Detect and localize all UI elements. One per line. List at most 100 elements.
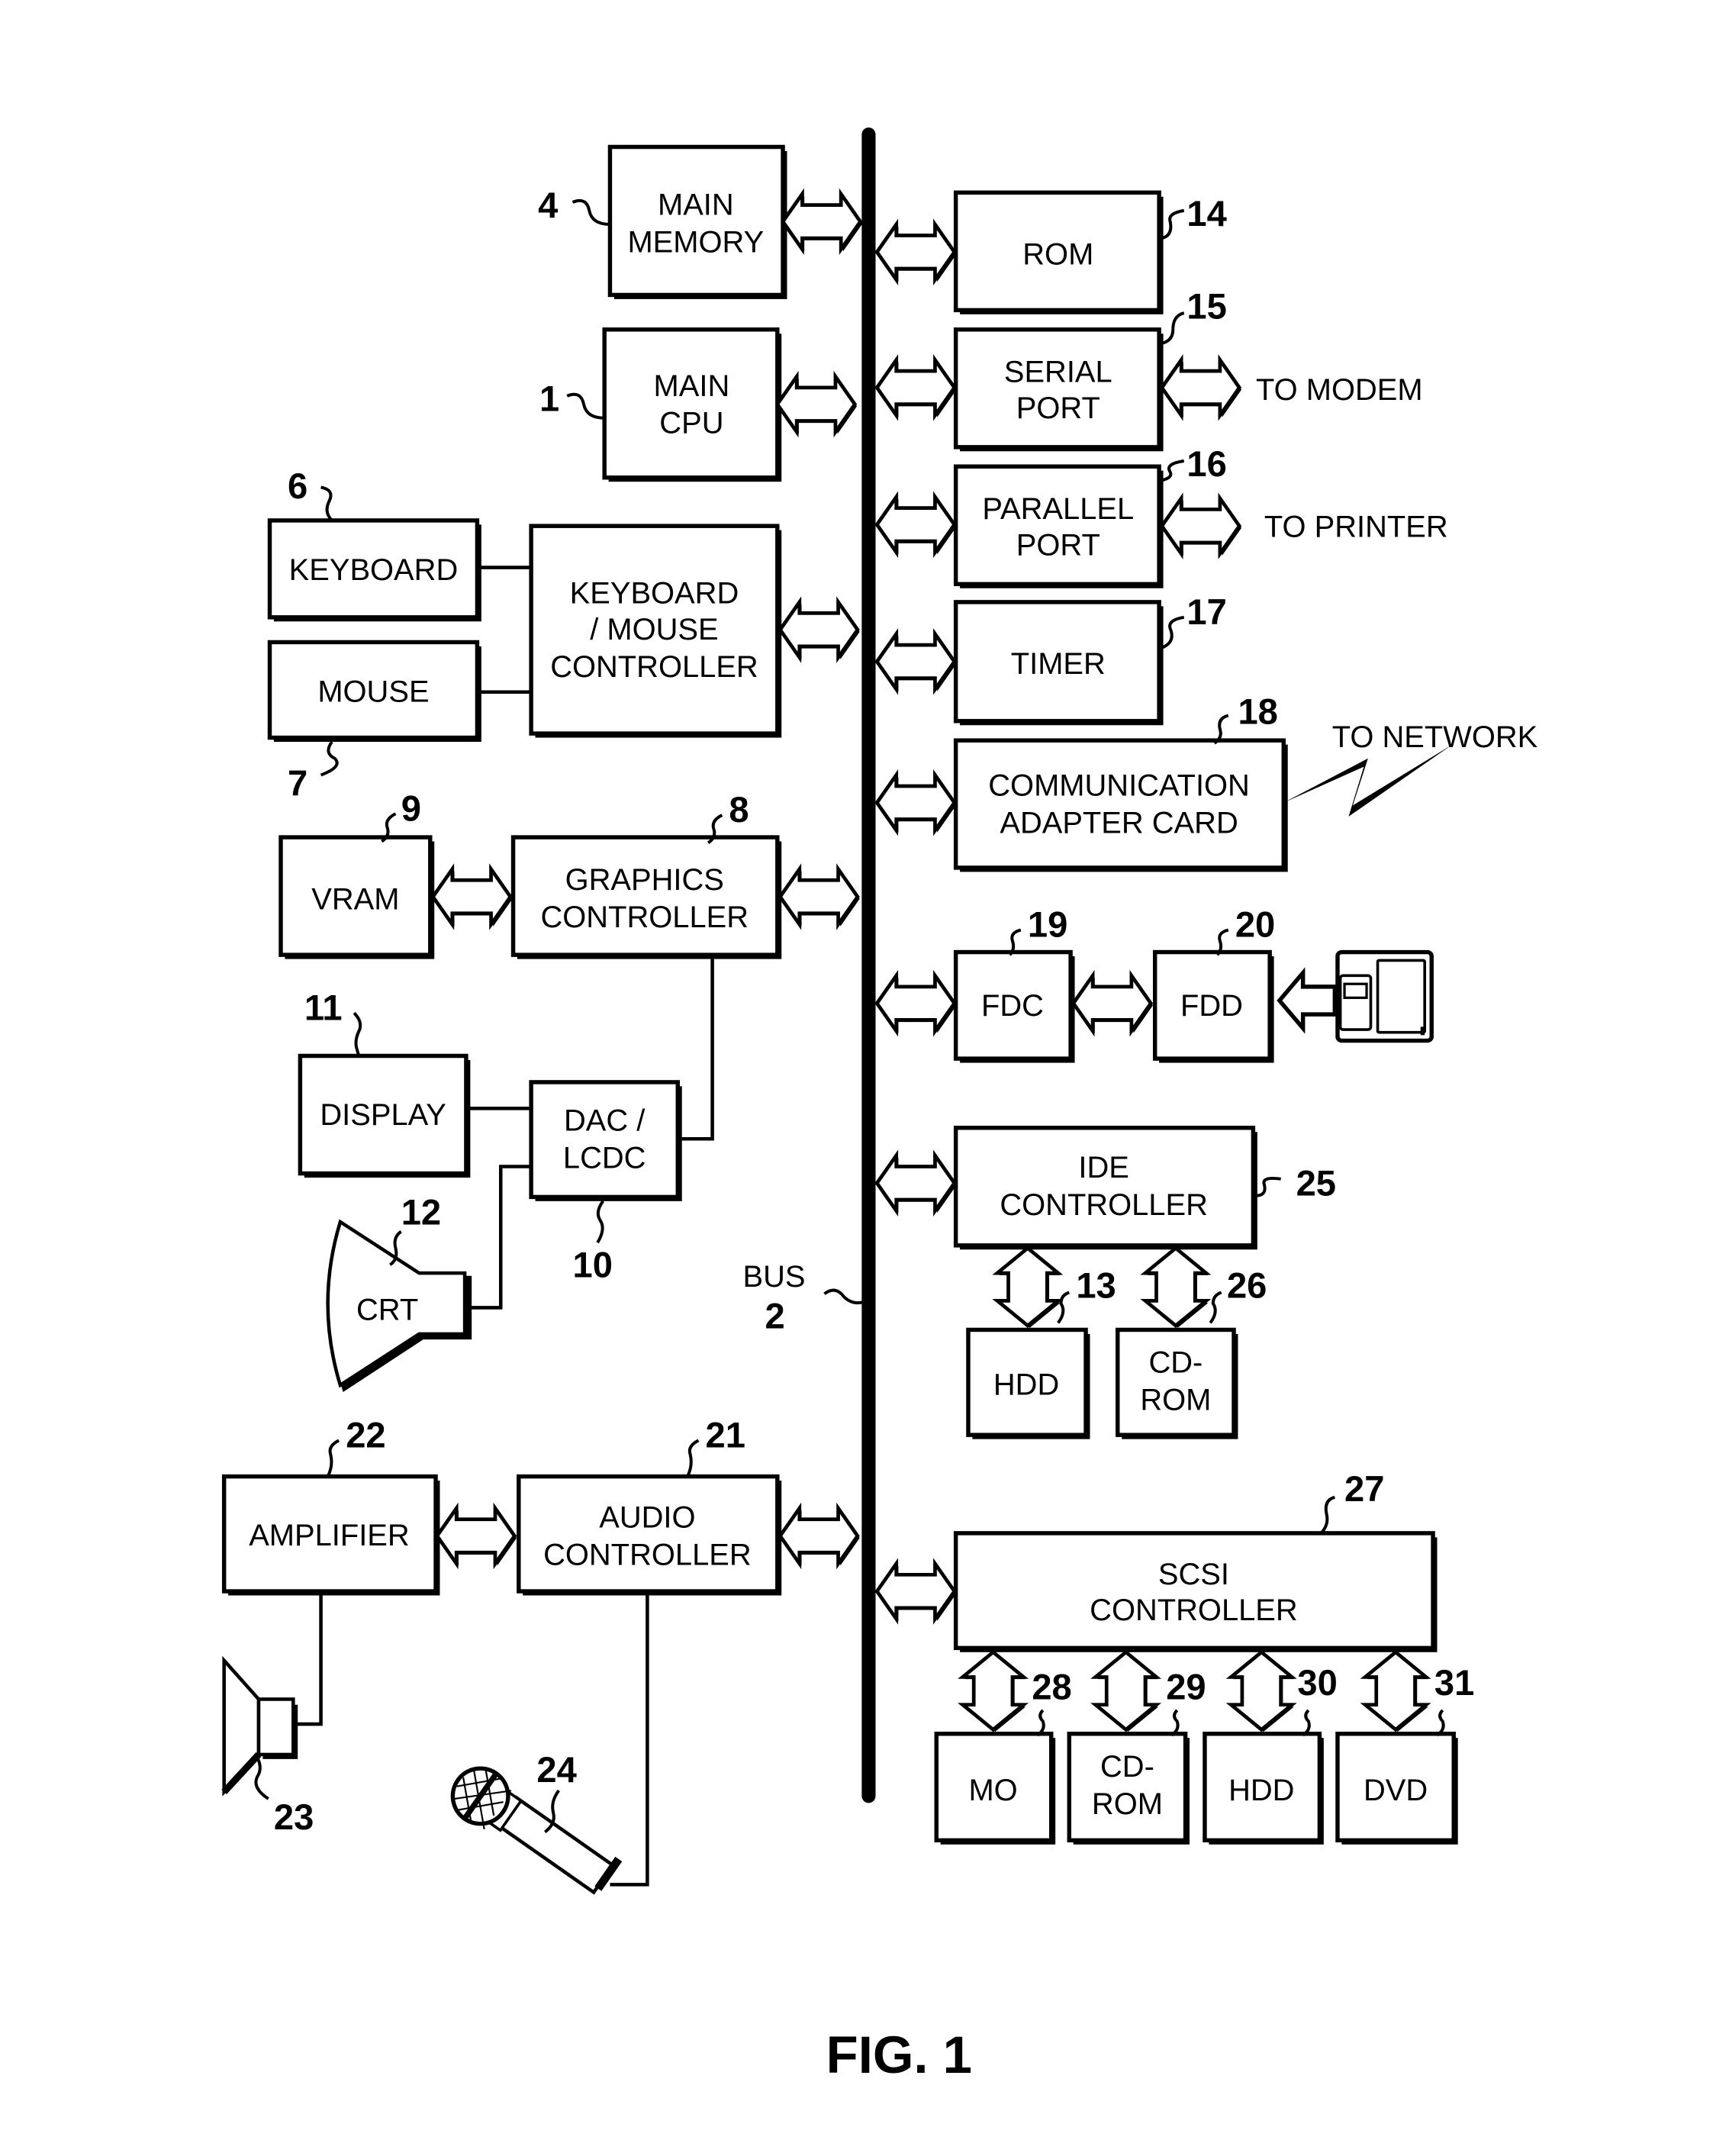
comm-adapter-label-2: ADAPTER CARD: [1000, 807, 1238, 840]
display-ref: 11: [304, 987, 343, 1027]
scsi-dvd-ref: 31: [1434, 1662, 1474, 1703]
main-cpu-bus-arrow: [778, 376, 857, 433]
scsi-controller-block: SCSI CONTROLLER: [953, 1531, 1438, 1652]
main-cpu-leader: [566, 392, 605, 420]
rom-leader: [1161, 208, 1185, 240]
graphics-controller-label-1: GRAPHICS: [565, 863, 724, 897]
scsi-cdrom-ref: 29: [1166, 1666, 1206, 1706]
serial-port-bus-arrow: [877, 360, 956, 417]
scsi-mo-arrow: [963, 1652, 1025, 1732]
graphics-controller-ref: 8: [729, 789, 749, 830]
audio-controller-bus-arrow: [780, 1508, 859, 1565]
timer-bus-arrow: [877, 634, 956, 691]
amplifier-label: AMPLIFIER: [249, 1519, 410, 1552]
amplifier-leader: [326, 1439, 340, 1478]
dac-lcdc-label-2: LCDC: [563, 1141, 646, 1175]
crt-icon: CRT: [326, 1219, 472, 1393]
serial-port-ref: 15: [1186, 285, 1226, 326]
audio-controller-label-2: CONTROLLER: [543, 1539, 752, 1572]
audio-controller-ref: 21: [706, 1415, 745, 1455]
fdc-bus-arrow: [877, 975, 956, 1033]
main-memory-label-2: MEMORY: [627, 225, 764, 259]
scsi-hdd-arrow: [1231, 1652, 1293, 1732]
speaker-leader: [254, 1756, 269, 1800]
scsi-controller-leader: [1319, 1495, 1335, 1535]
audio-controller-label-1: AUDIO: [599, 1501, 695, 1535]
kbm-controller-label-1: KEYBOARD: [570, 577, 739, 611]
network-lightning-icon: [1283, 744, 1453, 817]
parallel-port-bus-arrow: [877, 497, 956, 554]
timer-leader: [1161, 615, 1185, 649]
mouse-leader: [320, 740, 339, 777]
comm-adapter-ref: 18: [1238, 691, 1277, 731]
amplifier-ref: 22: [346, 1415, 385, 1455]
fdc-block: FDC: [953, 949, 1075, 1063]
ide-controller-leader: [1255, 1176, 1281, 1197]
display-block: DISPLAY: [298, 1053, 471, 1178]
kbm-controller-bus-arrow: [780, 602, 859, 659]
scsi-controller-label-1: SCSI: [1158, 1558, 1229, 1591]
scsi-dvd-leader: [1436, 1709, 1445, 1737]
scsi-controller-bus-arrow: [877, 1564, 956, 1621]
scsi-hdd-label: HDD: [1228, 1774, 1294, 1807]
keyboard-mouse-controller-block: KEYBOARD / MOUSE CONTROLLER: [529, 524, 782, 738]
mouse-block: MOUSE: [267, 640, 481, 742]
to-printer-label: TO PRINTER: [1264, 511, 1448, 544]
main-cpu-label-2: CPU: [659, 407, 723, 440]
main-memory-label-1: MAIN: [658, 188, 734, 221]
parallel-port-label-2: PORT: [1016, 528, 1100, 562]
main-memory-bus-arrow: [783, 194, 862, 251]
parallel-port-block: PARALLEL PORT: [953, 464, 1164, 588]
ide-hdd-block: HDD: [966, 1327, 1090, 1439]
to-modem-label: TO MODEM: [1256, 373, 1423, 407]
scsi-hdd-ref: 30: [1297, 1662, 1337, 1703]
fdd-label: FDD: [1180, 989, 1243, 1023]
bus-leader: [823, 1288, 864, 1305]
scsi-mo-leader: [1036, 1709, 1045, 1737]
floppy-disk-icon: [1335, 949, 1434, 1043]
ide-controller-label-1: IDE: [1078, 1151, 1129, 1184]
bus-label: BUS: [742, 1260, 805, 1294]
bus-ref: 2: [765, 1296, 784, 1336]
main-memory-leader: [572, 198, 610, 226]
audio-controller-block: AUDIO CONTROLLER: [517, 1474, 782, 1596]
fdc-fdd-arrow: [1074, 975, 1153, 1033]
fdc-ref: 19: [1028, 904, 1067, 945]
rom-ref: 14: [1186, 193, 1226, 234]
serial-port-leader: [1161, 311, 1185, 345]
serial-port-modem-arrow: [1162, 360, 1241, 417]
scsi-hdd-leader: [1302, 1709, 1311, 1737]
main-cpu-label-1: MAIN: [654, 369, 730, 403]
ide-hdd-leader: [1057, 1291, 1071, 1324]
scsi-cdrom-label-2: ROM: [1092, 1787, 1163, 1821]
crt-ref: 12: [401, 1192, 441, 1233]
audio-microphone-wire: [610, 1594, 649, 1887]
scsi-cdrom-leader: [1170, 1709, 1180, 1737]
amplifier-audio-arrow: [437, 1508, 517, 1565]
timer-block: TIMER: [953, 600, 1164, 726]
ide-cdrom-ref: 26: [1227, 1265, 1267, 1306]
rom-block: ROM: [953, 190, 1164, 314]
rom-bus-arrow: [877, 224, 956, 282]
amplifier-block: AMPLIFIER: [221, 1474, 440, 1596]
ide-controller-bus-arrow: [877, 1155, 956, 1213]
amplifier-speaker-wire: [295, 1594, 323, 1726]
keyboard-ref: 6: [288, 466, 307, 506]
display-label: DISPLAY: [320, 1098, 446, 1132]
display-leader: [353, 1011, 362, 1059]
graphics-dac-wire: [679, 957, 714, 1141]
parallel-port-ref: 16: [1186, 443, 1226, 484]
figure-caption: FIG. 1: [826, 2025, 972, 2084]
fdd-ref: 20: [1235, 904, 1275, 945]
mouse-label: MOUSE: [317, 675, 429, 708]
serial-port-label-2: PORT: [1016, 392, 1100, 425]
vram-label: VRAM: [311, 882, 399, 916]
scsi-mo-label: MO: [968, 1774, 1017, 1807]
rom-label: ROM: [1022, 238, 1093, 272]
ide-controller-ref: 25: [1296, 1163, 1336, 1204]
ide-cdrom-arrow: [1145, 1248, 1208, 1327]
scsi-hdd-block: HDD: [1203, 1732, 1324, 1845]
microphone-ref: 24: [536, 1749, 576, 1790]
ide-cdrom-label-2: ROM: [1140, 1384, 1211, 1417]
dac-lcdc-leader: [596, 1200, 605, 1244]
